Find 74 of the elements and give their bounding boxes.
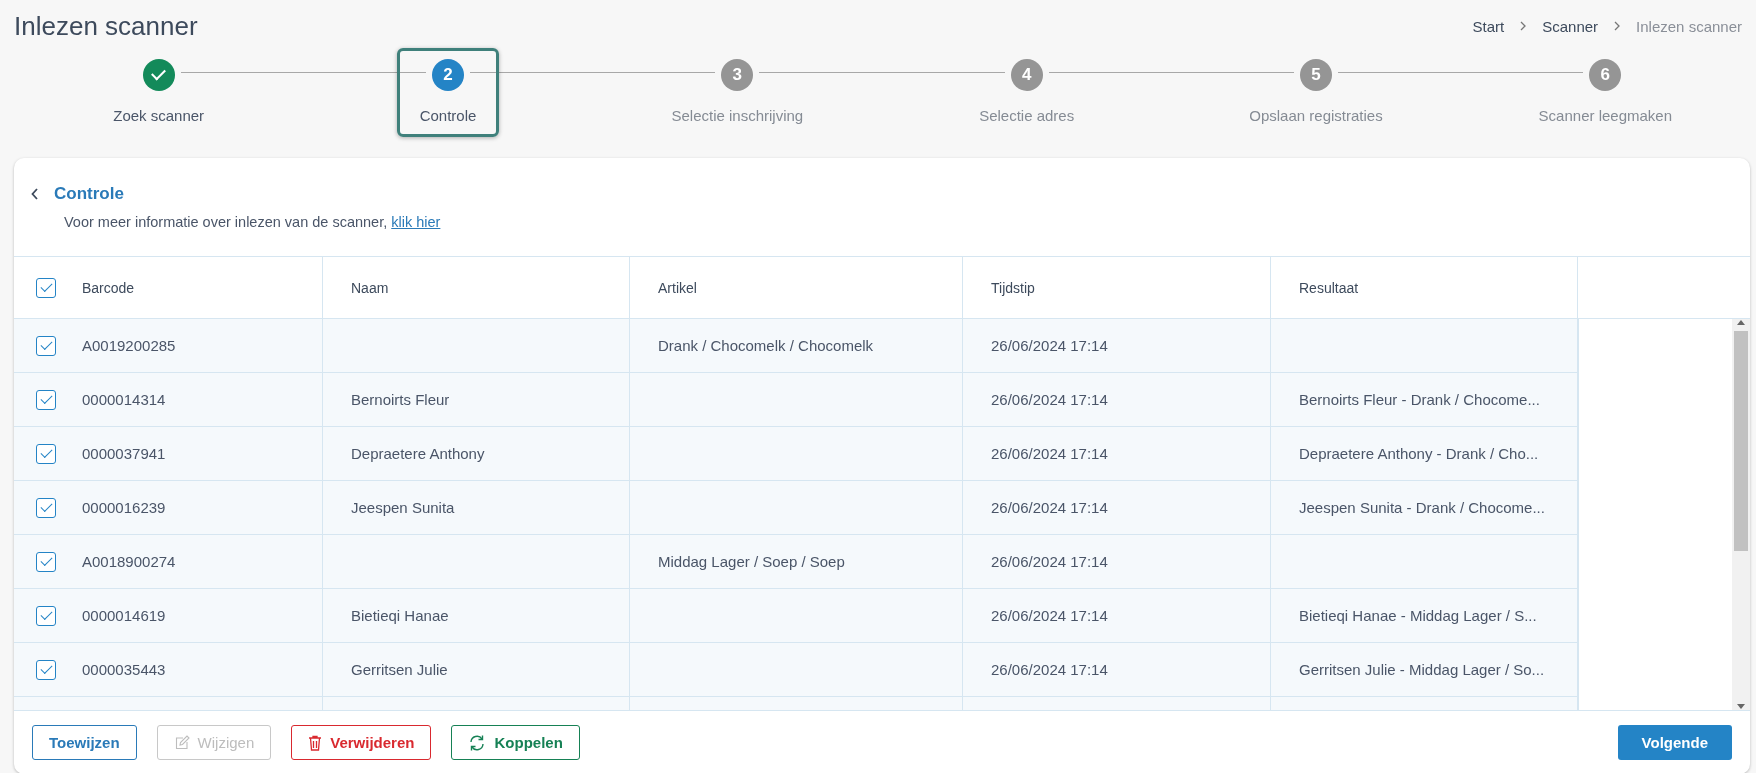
checkbox[interactable] <box>36 443 56 464</box>
checkbox[interactable] <box>36 551 56 572</box>
table-cell: 26/06/2024 17:14 <box>991 391 1108 408</box>
step-number: 4 <box>1010 59 1043 91</box>
step-label: Controle <box>419 107 477 124</box>
info-link[interactable]: klik hier <box>391 214 441 230</box>
focused-step[interactable]: 2 Controle <box>396 48 500 137</box>
scrollbar[interactable] <box>1732 319 1750 710</box>
pencil-icon <box>173 734 190 751</box>
next-button[interactable]: Volgende <box>1617 725 1732 760</box>
breadcrumb-link[interactable]: Inlezen scanner <box>1636 17 1742 35</box>
breadcrumb-link[interactable]: Start <box>1472 17 1505 35</box>
column-header[interactable]: Artikel <box>658 279 697 296</box>
step-label: Opslaan registraties <box>1249 107 1383 124</box>
table-cell: A0018900274 <box>82 553 176 570</box>
table-cell: 26/06/2024 17:14 <box>991 661 1108 678</box>
table-cell: 26/06/2024 17:14 <box>991 553 1108 570</box>
step-number: 5 <box>1300 59 1332 91</box>
step-label: Zoek scanner <box>113 107 205 124</box>
column-header[interactable]: Tijdstip <box>991 279 1035 296</box>
table-cell: A0019200285 <box>82 337 176 354</box>
table-cell: 0000037941 <box>82 445 166 462</box>
step[interactable]: 5 Opslaan registraties <box>1226 48 1406 137</box>
table-cell: Bernoirts Fleur <box>351 391 450 408</box>
table-cell: Gerritsen Julie - Middag Lager / So... <box>1299 661 1545 678</box>
checkbox[interactable] <box>36 335 56 356</box>
table-cell: 0000014314 <box>82 391 166 408</box>
step-number: 2 <box>432 59 464 91</box>
scroll-down-arrow-icon[interactable] <box>1736 702 1746 710</box>
checkbox[interactable] <box>36 389 56 410</box>
step[interactable]: 6 Scanner leegmaken <box>1515 48 1696 137</box>
action-button[interactable]: Toewijzen <box>32 725 137 760</box>
table-cell: 26/06/2024 17:14 <box>991 607 1108 624</box>
table-cell: 26/06/2024 17:14 <box>991 499 1108 516</box>
info-text: Voor meer informatie over inlezen van de scanner, klik hier <box>64 214 442 230</box>
step-number: 6 <box>1589 59 1622 91</box>
action-button[interactable]: Koppelen <box>451 725 580 760</box>
breadcrumb-link[interactable]: Scanner <box>1542 17 1599 35</box>
step-label: Selectie inschrijving <box>671 107 804 124</box>
column-header[interactable]: Barcode <box>82 279 135 296</box>
checkbox[interactable] <box>36 605 56 626</box>
table-cell: Jeespen Sunita - Drank / Chocome... <box>1299 499 1545 516</box>
column-header[interactable]: Naam <box>351 279 389 296</box>
step[interactable]: Zoek scanner <box>90 48 228 137</box>
table-cell: Bernoirts Fleur - Drank / Chocome... <box>1299 391 1540 408</box>
table-cell: Middag Lager / Soep / Soep <box>658 553 845 570</box>
table-cell: Bietieqi Hanae <box>351 607 449 624</box>
table-cell: Drank / Chocomelk / Chocomelk <box>658 337 874 354</box>
table-cell: Depraetere Anthony <box>351 445 485 462</box>
step-label: Scanner leegmaken <box>1538 107 1673 124</box>
sync-icon <box>468 733 487 752</box>
table-cell: 0000035443 <box>82 661 166 678</box>
table-cell: Bietieqi Hanae - Middag Lager / S... <box>1299 607 1537 624</box>
step[interactable]: 3 Selectie inschrijving <box>648 48 827 137</box>
action-button[interactable]: Verwijderen <box>291 725 432 760</box>
table-cell: Gerritsen Julie <box>351 661 448 678</box>
table-cell: 0000014619 <box>82 607 166 624</box>
step-label: Selectie adres <box>979 107 1075 124</box>
section-title: Controle <box>54 184 124 204</box>
trash-icon <box>308 734 323 751</box>
checkbox[interactable] <box>36 659 56 680</box>
step[interactable]: 4 Selectie adres <box>956 48 1098 137</box>
checkbox[interactable] <box>36 277 56 298</box>
table-cell: Jeespen Sunita <box>351 499 455 516</box>
back-chevron-icon[interactable] <box>30 187 40 201</box>
table-cell: 0000016239 <box>82 499 166 516</box>
scroll-up-arrow-icon[interactable] <box>1736 319 1746 327</box>
step-number: 3 <box>721 59 754 91</box>
table-cell: 26/06/2024 17:14 <box>991 445 1108 462</box>
page-title: Inlezen scanner <box>14 10 198 42</box>
table-cell: Depraetere Anthony - Drank / Cho... <box>1299 445 1539 462</box>
table-cell: 26/06/2024 17:14 <box>991 337 1108 354</box>
column-header[interactable]: Resultaat <box>1299 279 1359 296</box>
checkbox[interactable] <box>36 497 56 518</box>
